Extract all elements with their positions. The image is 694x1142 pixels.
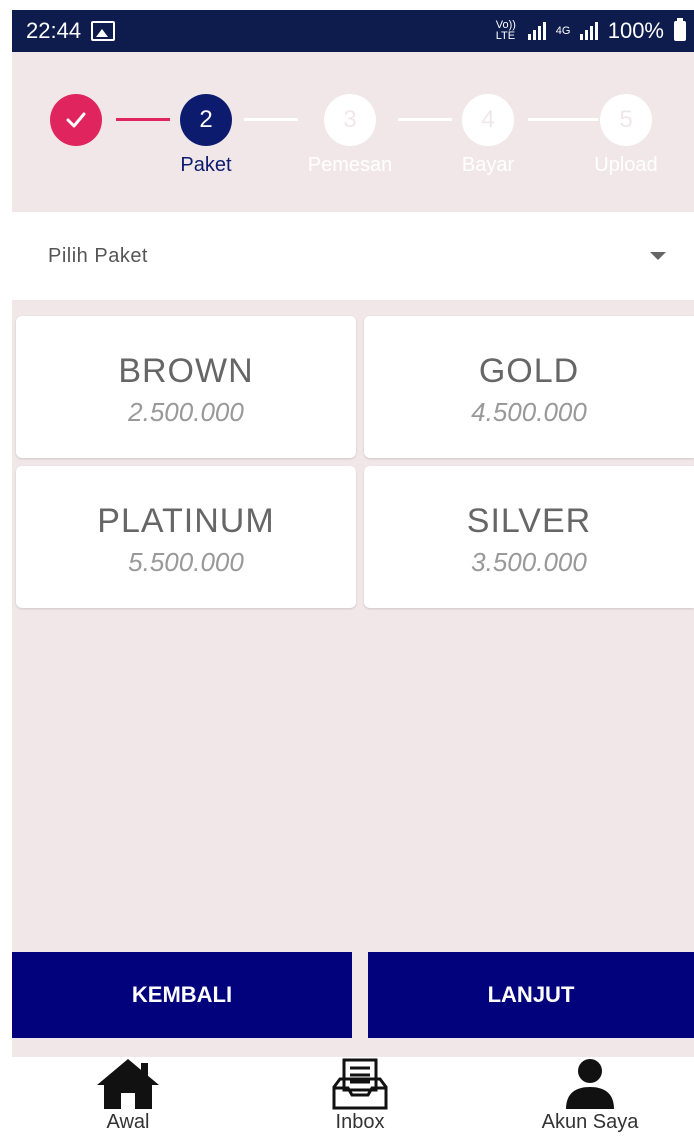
step-2-active: 2 [180, 94, 232, 146]
step-connector-3-4 [398, 118, 452, 121]
status-time: 22:44 [26, 18, 82, 43]
package-name: PLATINUM [97, 502, 275, 540]
package-price: 2.500.000 [128, 397, 244, 427]
package-name: GOLD [478, 352, 580, 390]
step-4-label: Bayar [461, 154, 515, 176]
step-connector-4-5 [528, 118, 598, 121]
step-3-label: Pemesan [307, 154, 393, 176]
nav-item-akun-saya[interactable]: Akun Saya [520, 1057, 660, 1134]
app-content: 2 3 4 5 Paket Pemesan Bayar Upload Pilih… [12, 52, 694, 1142]
step-4-pending: 4 [462, 94, 514, 146]
signal2-icon [579, 22, 598, 40]
inbox-icon [332, 1058, 388, 1110]
status-bar: 22:44 Vo)) LTE 4G 100% [12, 10, 694, 52]
step-5-label: Upload [594, 154, 658, 176]
package-name: BROWN [118, 352, 254, 390]
package-card-platinum[interactable]: PLATINUM 5.500.000 [16, 466, 356, 608]
next-button[interactable]: LANJUT [368, 952, 694, 1038]
nav-label: Inbox [335, 1111, 385, 1133]
signal-icon [527, 22, 546, 40]
network-type-label: 4G [555, 24, 571, 37]
progress-stepper: 2 3 4 5 Paket Pemesan Bayar Upload [12, 52, 694, 212]
package-price: 3.500.000 [471, 547, 587, 577]
package-price: 5.500.000 [128, 547, 244, 577]
package-card-silver[interactable]: SILVER 3.500.000 [364, 466, 694, 608]
nav-label: Awal [106, 1111, 150, 1133]
step-3-pending: 3 [324, 94, 376, 146]
package-name: SILVER [466, 502, 592, 540]
step-1-done [50, 94, 102, 146]
back-button[interactable]: KEMBALI [12, 952, 352, 1038]
battery-icon [674, 18, 686, 41]
nav-item-awal[interactable]: Awal [58, 1057, 198, 1134]
check-icon [66, 112, 86, 128]
step-2-label: Paket [180, 154, 232, 176]
package-dropdown-value: Pilih Paket [48, 244, 148, 267]
step-5-pending: 5 [600, 94, 652, 146]
gallery-notification-icon [91, 21, 116, 41]
step-connector-2-3 [244, 118, 298, 121]
step-connector-1-2 [116, 118, 170, 121]
volte-label: Vo)) LTE [495, 19, 516, 42]
package-price: 4.500.000 [471, 397, 587, 427]
user-icon [566, 1059, 614, 1109]
nav-label: Akun Saya [541, 1111, 639, 1133]
package-dropdown[interactable]: Pilih Paket [12, 212, 694, 300]
package-card-gold[interactable]: GOLD 4.500.000 [364, 316, 694, 458]
home-icon [97, 1059, 159, 1109]
nav-item-inbox[interactable]: Inbox [290, 1057, 430, 1134]
caret-down-icon [650, 252, 666, 260]
bottom-navigation: Awal Inbox Akun Saya [12, 1057, 694, 1142]
package-card-brown[interactable]: BROWN 2.500.000 [16, 316, 356, 458]
battery-percent: 100% [607, 18, 664, 43]
